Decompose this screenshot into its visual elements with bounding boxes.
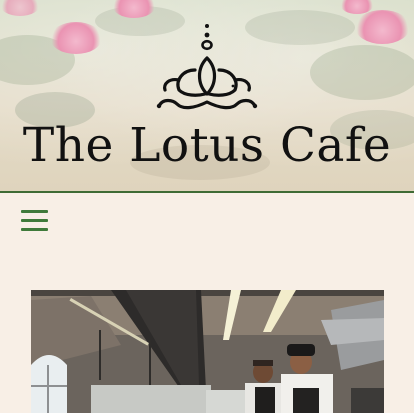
site-title: The Lotus Cafe [22,118,392,173]
hamburger-menu-button[interactable] [21,208,49,234]
lotus-logo-icon [156,24,258,110]
kitchen-photo-illustration [31,290,384,413]
header-divider [0,191,414,193]
page: The Lotus Cafe [0,0,414,413]
header-banner: The Lotus Cafe [0,0,414,191]
hamburger-menu-icon [21,210,48,213]
kitchen-chefs-photo [31,290,384,413]
